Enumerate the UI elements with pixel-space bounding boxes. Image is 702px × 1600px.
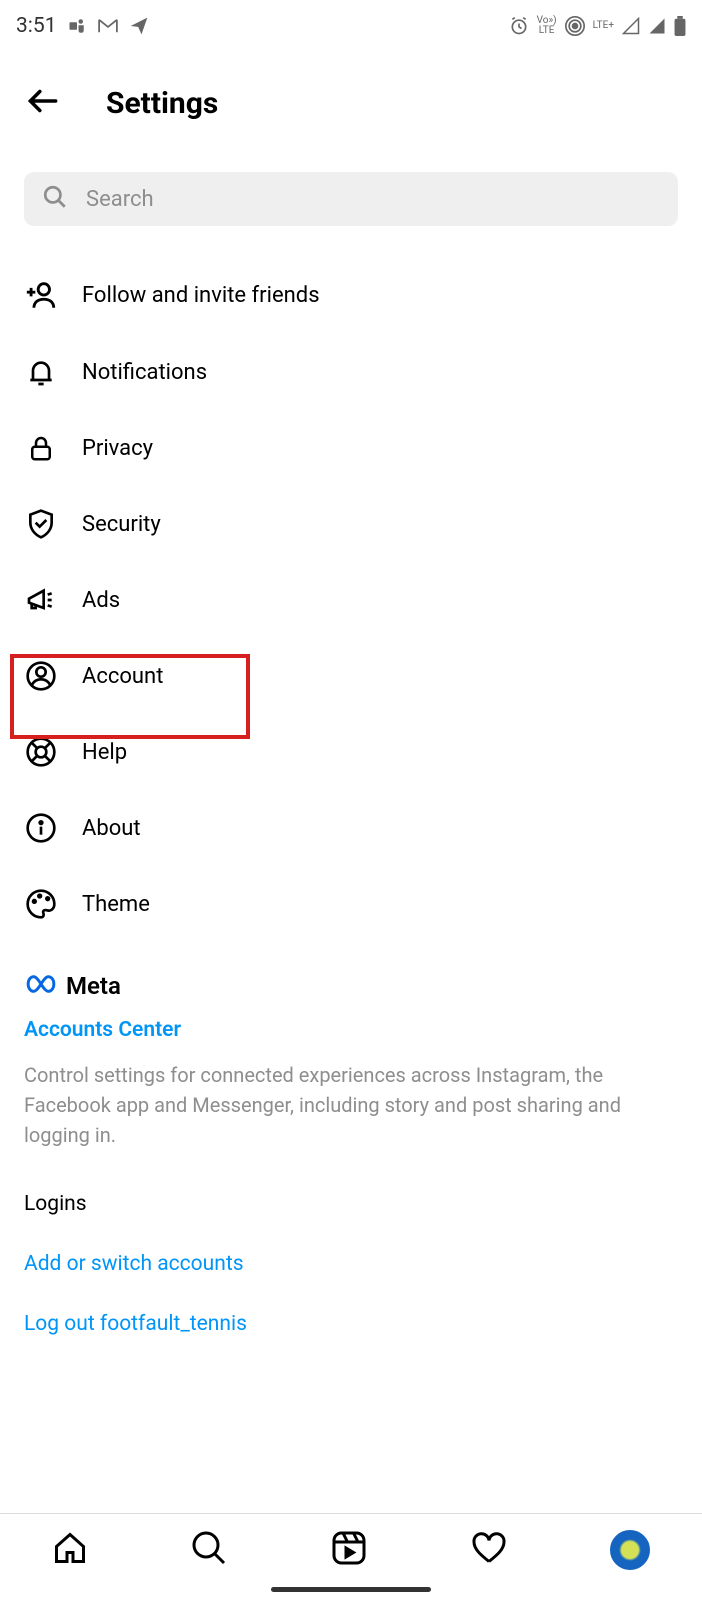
battery-icon bbox=[674, 16, 686, 36]
reels-icon[interactable] bbox=[331, 1530, 367, 1570]
meta-infinity-icon bbox=[24, 973, 58, 999]
meta-description: Control settings for connected experienc… bbox=[24, 1060, 678, 1150]
lifebuoy-icon bbox=[24, 736, 58, 768]
meta-logo: Meta bbox=[24, 972, 678, 1000]
menu-label: Privacy bbox=[82, 436, 153, 461]
menu-label: Ads bbox=[82, 588, 120, 613]
page-title: Settings bbox=[106, 86, 218, 121]
menu-theme[interactable]: Theme bbox=[0, 866, 702, 942]
status-bar: 3:51 Vo») LTE LTE+ bbox=[0, 0, 702, 52]
menu-label: About bbox=[82, 816, 141, 841]
menu-label: Theme bbox=[82, 892, 150, 917]
status-time: 3:51 bbox=[16, 14, 57, 38]
profile-nav[interactable] bbox=[610, 1530, 650, 1570]
search-container[interactable] bbox=[24, 172, 678, 226]
info-icon bbox=[24, 812, 58, 844]
lock-icon bbox=[24, 432, 58, 464]
logins-section: Logins Add or switch accounts Log out fo… bbox=[0, 1168, 702, 1396]
send-icon bbox=[129, 16, 149, 36]
volte-icon: Vo») LTE bbox=[537, 16, 557, 36]
add-switch-accounts-link[interactable]: Add or switch accounts bbox=[24, 1252, 678, 1276]
signal-2-icon bbox=[648, 17, 666, 35]
accounts-center-link[interactable]: Accounts Center bbox=[24, 1018, 678, 1042]
profile-avatar bbox=[610, 1530, 650, 1570]
menu-notifications[interactable]: Notifications bbox=[0, 334, 702, 410]
menu-security[interactable]: Security bbox=[0, 486, 702, 562]
settings-menu: Follow and invite friends Notifications … bbox=[0, 244, 702, 954]
logins-title: Logins bbox=[24, 1192, 678, 1216]
home-indicator bbox=[271, 1587, 431, 1592]
menu-label: Follow and invite friends bbox=[82, 283, 320, 308]
lte-label: LTE+ bbox=[593, 21, 614, 31]
menu-label: Help bbox=[82, 740, 127, 765]
gmail-icon bbox=[97, 18, 119, 34]
menu-follow-invite[interactable]: Follow and invite friends bbox=[0, 256, 702, 334]
search-input[interactable] bbox=[86, 187, 660, 212]
menu-label: Security bbox=[82, 512, 161, 537]
header: Settings bbox=[0, 52, 702, 154]
bell-icon bbox=[24, 356, 58, 388]
menu-help[interactable]: Help bbox=[0, 714, 702, 790]
meta-brand-text: Meta bbox=[66, 972, 121, 1000]
signal-1-icon bbox=[622, 17, 640, 35]
user-circle-icon bbox=[24, 660, 58, 692]
status-right: Vo») LTE LTE+ bbox=[509, 16, 686, 36]
search-nav-icon[interactable] bbox=[191, 1530, 227, 1570]
menu-label: Notifications bbox=[82, 360, 207, 385]
meta-section: Meta Accounts Center Control settings fo… bbox=[0, 954, 702, 1168]
menu-account[interactable]: Account bbox=[0, 638, 702, 714]
menu-ads[interactable]: Ads bbox=[0, 562, 702, 638]
search-icon bbox=[42, 184, 68, 214]
heart-icon[interactable] bbox=[471, 1530, 507, 1570]
shield-icon bbox=[24, 508, 58, 540]
palette-icon bbox=[24, 888, 58, 920]
alarm-icon bbox=[509, 16, 529, 36]
back-arrow-icon[interactable] bbox=[24, 82, 62, 124]
logout-link[interactable]: Log out footfault_tennis bbox=[24, 1312, 678, 1336]
add-user-icon bbox=[24, 278, 58, 312]
hotspot-icon bbox=[565, 16, 585, 36]
megaphone-icon bbox=[24, 584, 58, 616]
menu-privacy[interactable]: Privacy bbox=[0, 410, 702, 486]
menu-about[interactable]: About bbox=[0, 790, 702, 866]
status-left: 3:51 bbox=[16, 14, 149, 38]
home-icon[interactable] bbox=[52, 1530, 88, 1570]
menu-label: Account bbox=[82, 664, 163, 689]
teams-icon bbox=[67, 17, 87, 35]
